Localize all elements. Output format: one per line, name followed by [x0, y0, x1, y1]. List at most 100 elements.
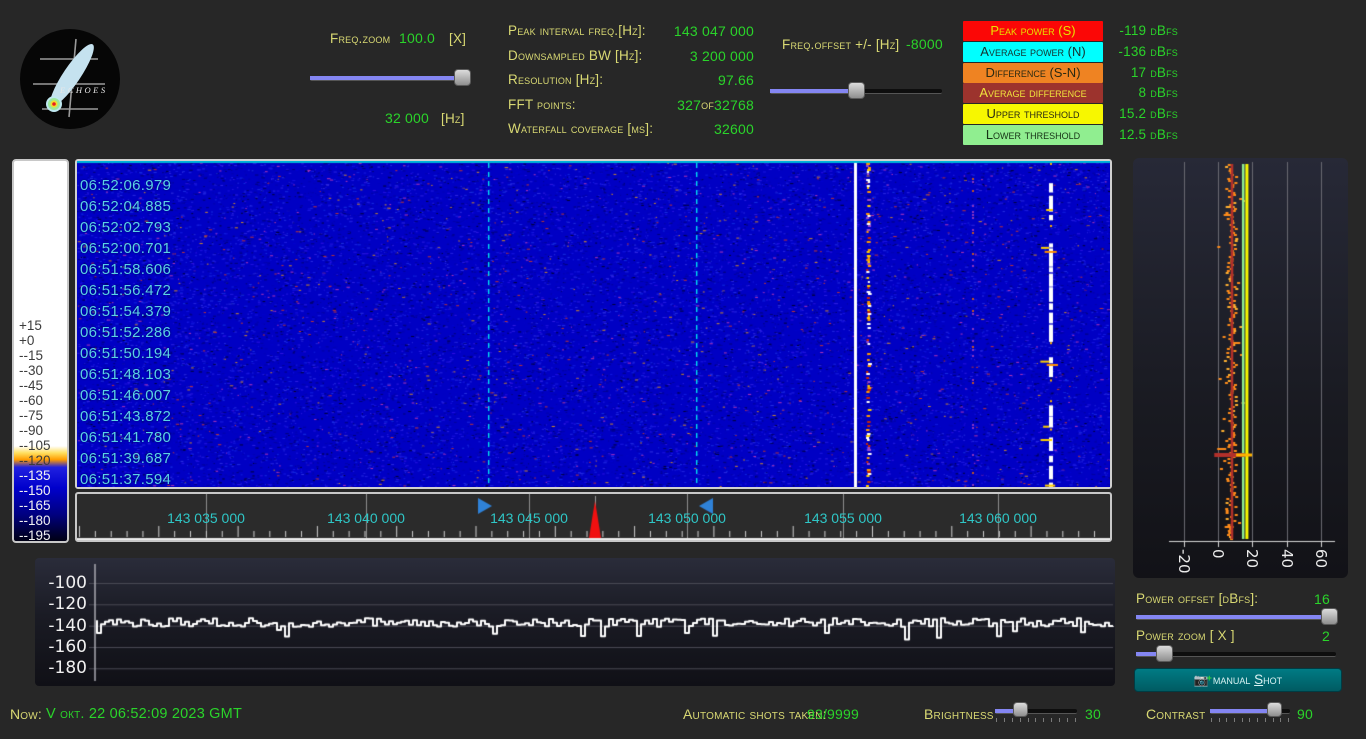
slider-handle[interactable]: [1321, 608, 1338, 625]
freq-span-unit: [Hz]: [441, 111, 465, 126]
spectrum-y-label: -120: [48, 594, 87, 615]
echoes-main-window: ECHOES Freq.zoom 100.0 [X] 32 000 [Hz] P…: [0, 0, 1366, 739]
camera-icon: 📷 +: [1193, 673, 1212, 687]
freq-zoom-label: Freq.zoom: [330, 31, 391, 46]
power-scale-ramp: +15 +0 --15 --30 --45 --60 --75 --90 --105 --120-…: [12, 159, 69, 543]
slider-handle[interactable]: [1267, 702, 1282, 717]
power-offset-row: Power offset [dBfs]: 16: [1136, 591, 1330, 607]
slider-handle[interactable]: [454, 69, 471, 86]
scale-label: --30: [19, 363, 44, 378]
slider-handle[interactable]: [848, 82, 865, 99]
scale-label: --45: [19, 378, 44, 393]
scale-label: --60: [19, 393, 44, 408]
slider-handle[interactable]: [1156, 645, 1173, 662]
freq-zoom-unit: [X]: [449, 31, 467, 46]
slider-ticks: [996, 718, 1076, 722]
spectrum-y-label: -100: [48, 573, 87, 593]
power-plot-x-label: -20: [1175, 549, 1193, 574]
scale-label: --150: [19, 483, 51, 498]
stat-value: 143 047 000: [673, 23, 754, 39]
power-zoom-row: Power zoom [ X ] 2: [1136, 628, 1330, 644]
shot-label-suffix: hot: [1263, 672, 1283, 687]
contrast-slider[interactable]: [1210, 702, 1290, 722]
scale-label: --180: [19, 513, 51, 528]
scale-label: --165: [19, 498, 51, 513]
stat-label: Downsampled BW [Hz]:: [508, 47, 643, 63]
power-plot-panel: -20 0 20 40 60: [1133, 158, 1348, 578]
power-plot-x-label: 40: [1278, 549, 1296, 569]
stat-label: Peak interval freq.[Hz]:: [508, 23, 646, 38]
fft-points-value: 327: [677, 96, 702, 113]
slider-ticks: [1211, 718, 1289, 722]
power-plot-canvas: [1133, 158, 1348, 578]
brightness-label: Brightness: [924, 706, 994, 722]
scale-label: --90: [19, 423, 44, 438]
contrast-label: Contrast: [1146, 706, 1206, 722]
freq-offset-slider[interactable]: [770, 82, 942, 102]
legend-readout-4: 8 dBfs: [1138, 85, 1178, 101]
stat-label-fft: FFT points:: [508, 96, 576, 112]
power-zoom-slider[interactable]: [1136, 645, 1336, 665]
waterfall-timestamp: 06:51:41.780: [80, 429, 172, 446]
waterfall-timestamp: 06:51:39.687: [80, 450, 172, 467]
waterfall-timestamp: 06:51:43.872: [80, 408, 172, 425]
contrast-value: 90: [1297, 706, 1313, 722]
now-label: Now:: [10, 706, 43, 722]
spectrum-y-label: -140: [48, 615, 87, 636]
power-plot-x-label: 20: [1243, 549, 1261, 569]
power-offset-value: 16: [1314, 591, 1330, 607]
ruler-frequency-label: 143 050 000: [648, 510, 726, 526]
scale-label: +15: [19, 318, 42, 333]
waterfall-timestamp: 06:51:52.286: [80, 324, 172, 341]
shots-taken-value: 93/9999: [807, 706, 860, 722]
spectrum-y-label: -180: [48, 658, 87, 679]
scale-label: --120: [19, 453, 51, 468]
waterfall-panel: 06:52:06.979 06:52:04.885 06:52:02.793 06:5…: [75, 159, 1112, 489]
waterfall-timestamp: 06:52:04.885: [80, 198, 172, 215]
freq-zoom-slider[interactable]: [310, 69, 471, 89]
brightness-slider[interactable]: [995, 702, 1077, 722]
freq-zoom-value: 100.0: [399, 30, 436, 46]
fft-of-label: of: [701, 96, 715, 112]
legend-values: -119 dBfs -136 dBfs 17 dBfs 8 dBfs 15.2 dBfs…: [1078, 21, 1178, 146]
waterfall-timestamp: 06:52:00.701: [80, 240, 172, 257]
echoes-logo: ECHOES: [20, 29, 120, 129]
manual-shot-button[interactable]: 📷 + manual Shot: [1134, 668, 1342, 692]
ruler-frequency-label: 143 060 000: [959, 510, 1037, 526]
scale-label: --75: [19, 408, 44, 423]
waterfall-timestamp: 06:51:50.194: [80, 345, 172, 362]
waterfall-timestamp: 06:51:48.103: [80, 366, 172, 383]
scale-label: --135: [19, 468, 51, 483]
stat-label: Resolution [Hz]:: [508, 72, 604, 88]
legend-readout-2: -136 dBfs: [1118, 43, 1178, 59]
freq-offset-label: Freq.offset +/- [Hz]: [782, 37, 900, 52]
shot-label-prefix: manual: [1212, 672, 1255, 687]
ruler-frequency-label: 143 035 000: [167, 510, 245, 526]
waterfall-timestamp: 06:51:37.594: [80, 471, 172, 488]
ruler-frequency-label: 143 055 000: [804, 510, 882, 526]
legend-readout-5: 15.2 dBfs: [1119, 106, 1178, 122]
power-zoom-label: Power zoom [ X ]: [1136, 628, 1235, 643]
power-zoom-value: 2: [1322, 628, 1330, 644]
ruler-frequency-label: 143 045 000: [490, 510, 568, 526]
waterfall-timestamp: 06:51:46.007: [80, 387, 172, 404]
brightness-value: 30: [1085, 706, 1101, 722]
power-plot-x-label: 60: [1312, 549, 1330, 569]
waterfall-timestamp: 06:52:02.793: [80, 219, 172, 236]
stats-panel: Peak interval freq.[Hz]: 143 047 000 Down…: [508, 19, 754, 142]
shot-label-key: S: [1254, 672, 1264, 687]
scale-label: --105: [19, 438, 51, 453]
stat-value: 32600: [714, 121, 754, 138]
scale-label: --195: [19, 528, 51, 543]
frequency-ruler[interactable]: 143 035 000 143 040 000 143 045 000 143 050…: [75, 492, 1112, 542]
power-plot-x-label: 0: [1209, 549, 1227, 559]
spectrum-y-label: -160: [48, 637, 87, 657]
fft-total-value: 32768: [714, 96, 754, 113]
legend-readout-6: 12.5 dBfs: [1119, 126, 1178, 142]
slider-handle[interactable]: [1013, 702, 1028, 717]
power-offset-slider[interactable]: [1136, 608, 1338, 628]
scale-label: --15: [19, 348, 44, 363]
waterfall-timestamp: 06:51:54.379: [80, 303, 172, 320]
now-value: V окт. 22 06:52:09 2023 GMT: [46, 706, 242, 722]
waterfall-canvas[interactable]: [77, 161, 1110, 487]
